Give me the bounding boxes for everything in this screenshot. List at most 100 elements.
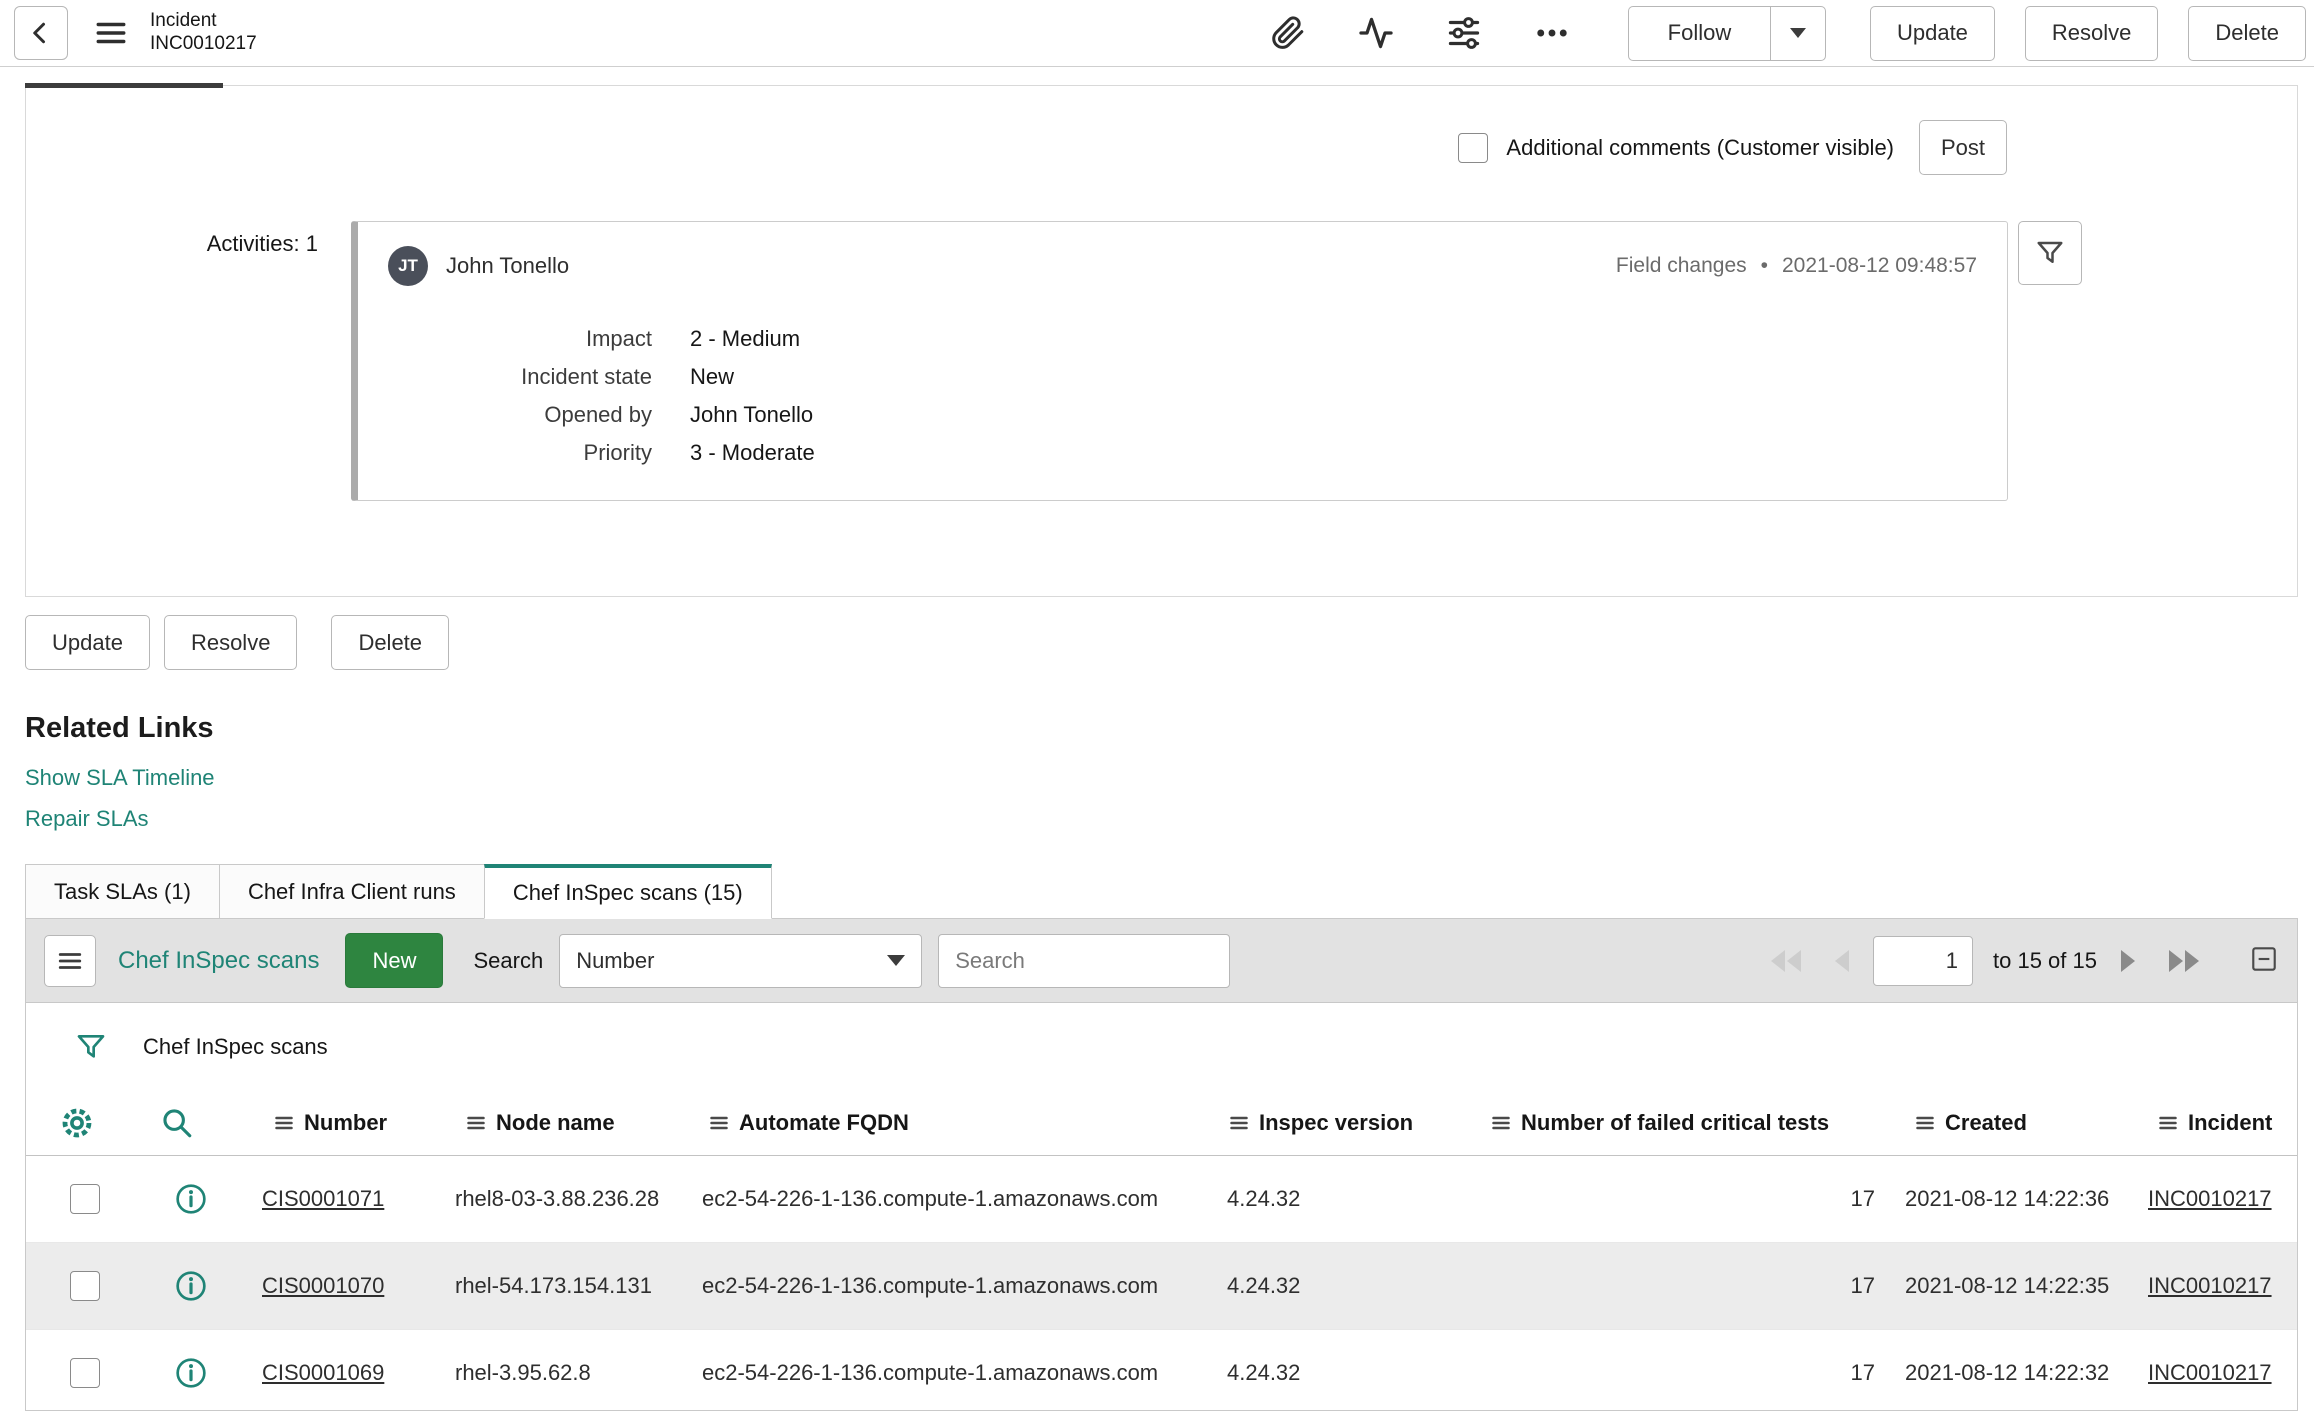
scan-number-link[interactable]: CIS0001070 (262, 1273, 384, 1299)
list-search-input[interactable] (938, 933, 1231, 988)
tab-chef-inspec-scans[interactable]: Chef InSpec scans (15) (483, 864, 772, 919)
column-header-node-name[interactable]: Node name (466, 1090, 615, 1155)
row-checkbox[interactable] (70, 1184, 100, 1214)
row-checkbox[interactable] (70, 1358, 100, 1388)
show-sla-timeline-link[interactable]: Show SLA Timeline (25, 765, 215, 791)
column-menu-icon[interactable] (274, 1113, 294, 1133)
search-column-select[interactable]: Number (559, 933, 923, 988)
column-header-label: Node name (496, 1109, 615, 1135)
list-pagination: to 15 of 15 (1765, 935, 2279, 986)
field-value: 3 - Moderate (690, 440, 815, 465)
column-header-label: Automate FQDN (739, 1109, 909, 1135)
collapse-list-button[interactable] (2249, 944, 2279, 977)
inspec-version-cell: 4.24.32 (1227, 1360, 1301, 1385)
activity-meta: Field changes • 2021-08-12 09:48:57 (1616, 254, 1977, 278)
list-toolbar: Chef InSpec scans New Search Number to 1… (26, 919, 2297, 1003)
info-icon[interactable] (175, 1183, 207, 1215)
field-change-row: Opened by John Tonello (388, 396, 1977, 434)
page-range-label: to 15 of 15 (1993, 947, 2097, 973)
row-checkbox[interactable] (70, 1271, 100, 1301)
incident-link[interactable]: INC0010217 (2148, 1273, 2272, 1299)
column-header-label: Created (1945, 1109, 2027, 1135)
automate-fqdn-cell: ec2-54-226-1-136.compute-1.amazonaws.com (702, 1273, 1159, 1298)
info-icon[interactable] (175, 1357, 207, 1389)
activities-row: Activities: 1 JT John Tonello Field chan… (26, 221, 2297, 501)
field-label: Opened by (544, 402, 652, 427)
resolve-button[interactable]: Resolve (163, 615, 298, 670)
info-icon[interactable] (175, 1270, 207, 1302)
column-header-number[interactable]: Number (274, 1090, 387, 1155)
column-menu-icon[interactable] (2158, 1113, 2178, 1133)
column-menu-icon[interactable] (1491, 1113, 1511, 1133)
activity-filter-button[interactable] (2018, 221, 2082, 285)
column-header-label: Number of failed critical tests (1521, 1109, 1830, 1135)
post-button[interactable]: Post (1919, 120, 2007, 175)
attachment-icon[interactable] (1270, 15, 1306, 51)
activities-count-label: Activities: 1 (206, 231, 318, 256)
first-page-icon[interactable] (1765, 947, 1809, 975)
more-options-icon[interactable] (1534, 15, 1570, 51)
incident-link[interactable]: INC0010217 (2148, 1186, 2272, 1212)
next-page-icon[interactable] (2117, 947, 2141, 975)
page-number-input[interactable] (1873, 935, 1974, 986)
activity-author: John Tonello (446, 253, 570, 278)
search-icon[interactable] (160, 1106, 194, 1140)
resolve-button-header[interactable]: Resolve (2024, 5, 2159, 61)
field-change-row: Impact 2 - Medium (388, 320, 1977, 358)
search-column-value: Number (576, 947, 655, 973)
field-changes-list: Impact 2 - Medium Incident state New Ope… (388, 320, 1977, 472)
chevron-left-icon (33, 22, 45, 44)
breadcrumb-filter-icon[interactable] (75, 1031, 107, 1063)
incident-link[interactable]: INC0010217 (2148, 1360, 2272, 1386)
column-menu-icon[interactable] (1229, 1113, 1249, 1133)
column-header-incident[interactable]: Incident (2158, 1090, 2272, 1155)
back-button[interactable] (14, 6, 68, 60)
collapse-list-icon (2252, 947, 2276, 971)
tab-task-slas[interactable]: Task SLAs (1) (25, 864, 219, 919)
update-button-header[interactable]: Update (1869, 5, 1995, 61)
context-menu-icon[interactable] (94, 16, 128, 50)
inspec-version-cell: 4.24.32 (1227, 1273, 1301, 1298)
incident-form-section: Additional comments (Customer visible) P… (25, 83, 2298, 597)
failed-tests-cell: 17 (1850, 1273, 1875, 1298)
last-page-icon[interactable] (2161, 947, 2205, 975)
column-header-created[interactable]: Created (1915, 1090, 2027, 1155)
scan-number-link[interactable]: CIS0001069 (262, 1360, 384, 1386)
node-name-cell: rhel-3.95.62.8 (455, 1360, 591, 1385)
activity-card: JT John Tonello Field changes • 2021-08-… (351, 221, 2008, 501)
repair-slas-link[interactable]: Repair SLAs (25, 806, 149, 832)
list-breadcrumb-row: Chef InSpec scans (26, 1003, 2297, 1090)
active-section-indicator (25, 83, 223, 88)
scan-number-link[interactable]: CIS0001071 (262, 1186, 384, 1212)
table-row: CIS0001069 rhel-3.95.62.8 ec2-54-226-1-1… (26, 1330, 2297, 1410)
delete-button-header[interactable]: Delete (2188, 5, 2306, 61)
column-header-automate-fqdn[interactable]: Automate FQDN (709, 1090, 909, 1155)
customer-visible-checkbox[interactable] (1458, 132, 1489, 163)
previous-page-icon[interactable] (1829, 947, 1853, 975)
column-header-failed-critical-tests[interactable]: Number of failed critical tests (1491, 1090, 1829, 1155)
delete-button[interactable]: Delete (331, 615, 450, 670)
activity-stream-icon[interactable] (1358, 15, 1394, 51)
table-row: CIS0001071 rhel8-03-3.88.236.28 ec2-54-2… (26, 1156, 2297, 1243)
field-value: 2 - Medium (690, 326, 801, 351)
breadcrumb[interactable]: Chef InSpec scans (143, 1034, 328, 1060)
list-menu-button[interactable] (44, 934, 96, 987)
column-header-inspec-version[interactable]: Inspec version (1229, 1090, 1413, 1155)
column-menu-icon[interactable] (709, 1113, 729, 1133)
tab-chef-infra-client-runs[interactable]: Chef Infra Client runs (218, 864, 484, 919)
gear-icon[interactable] (59, 1105, 95, 1141)
list-title-link[interactable]: Chef InSpec scans (118, 947, 319, 975)
column-menu-icon[interactable] (466, 1113, 486, 1133)
column-menu-icon[interactable] (1915, 1113, 1935, 1133)
personalize-icon[interactable] (1446, 15, 1482, 51)
update-button[interactable]: Update (25, 615, 150, 670)
follow-dropdown-button[interactable] (1769, 5, 1826, 61)
follow-button[interactable]: Follow (1627, 5, 1770, 61)
follow-split-button: Follow (1627, 5, 1826, 61)
customer-visible-label: Additional comments (Customer visible) (1506, 134, 1894, 160)
select-caret-icon (887, 955, 906, 966)
caret-down-icon (1789, 28, 1806, 38)
field-value: New (690, 364, 735, 389)
field-change-row: Priority 3 - Moderate (388, 434, 1977, 472)
new-record-button[interactable]: New (345, 933, 444, 988)
